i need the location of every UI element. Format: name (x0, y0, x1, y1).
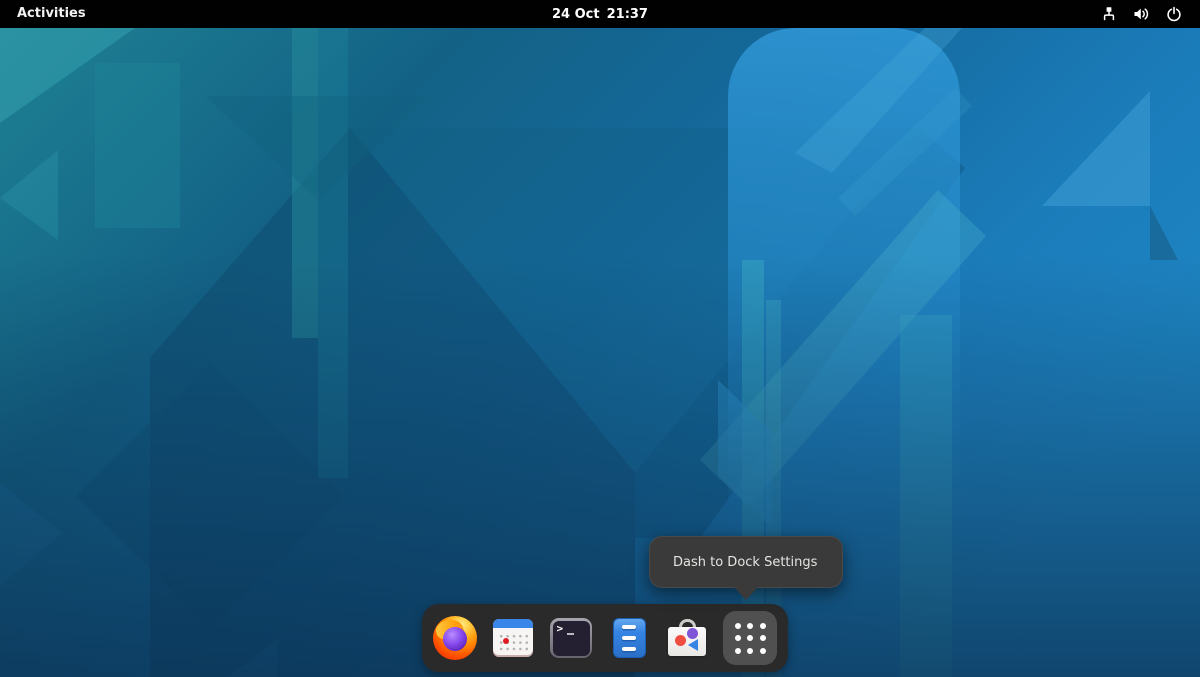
clock-button[interactable]: 24 Oct 21:37 (552, 7, 648, 22)
desktop-screen: Activities 24 Oct 21:37 (0, 0, 1200, 677)
terminal-icon: > (550, 618, 592, 658)
dash-context-menu: Dash to Dock Settings (649, 536, 843, 588)
activities-button[interactable]: Activities (0, 0, 103, 28)
desktop-wallpaper (0, 28, 1200, 677)
dock-item-files[interactable] (607, 610, 651, 666)
power-icon (1166, 6, 1182, 22)
system-status-area[interactable] (1093, 0, 1190, 28)
popup-arrow (734, 587, 758, 600)
volume-high-icon (1133, 6, 1150, 22)
dock-item-software[interactable] (665, 610, 709, 666)
show-applications-button[interactable] (723, 611, 777, 665)
top-bar: Activities 24 Oct 21:37 (0, 0, 1200, 28)
menu-item-dash-to-dock-settings[interactable]: Dash to Dock Settings (650, 537, 842, 587)
clock-time: 21:37 (607, 7, 648, 22)
software-icon (666, 618, 708, 658)
wallpaper-art (0, 28, 1200, 677)
dash-to-dock: > (422, 604, 788, 672)
files-icon (613, 618, 646, 658)
clock-date: 24 Oct (552, 7, 600, 22)
network-wired-icon (1101, 6, 1117, 22)
firefox-icon (433, 616, 477, 660)
dock-item-terminal[interactable]: > (549, 610, 593, 666)
dock-item-calendar[interactable] (491, 610, 535, 666)
calendar-icon (493, 619, 533, 657)
show-applications-icon (735, 623, 766, 654)
dock-item-firefox[interactable] (433, 610, 477, 666)
